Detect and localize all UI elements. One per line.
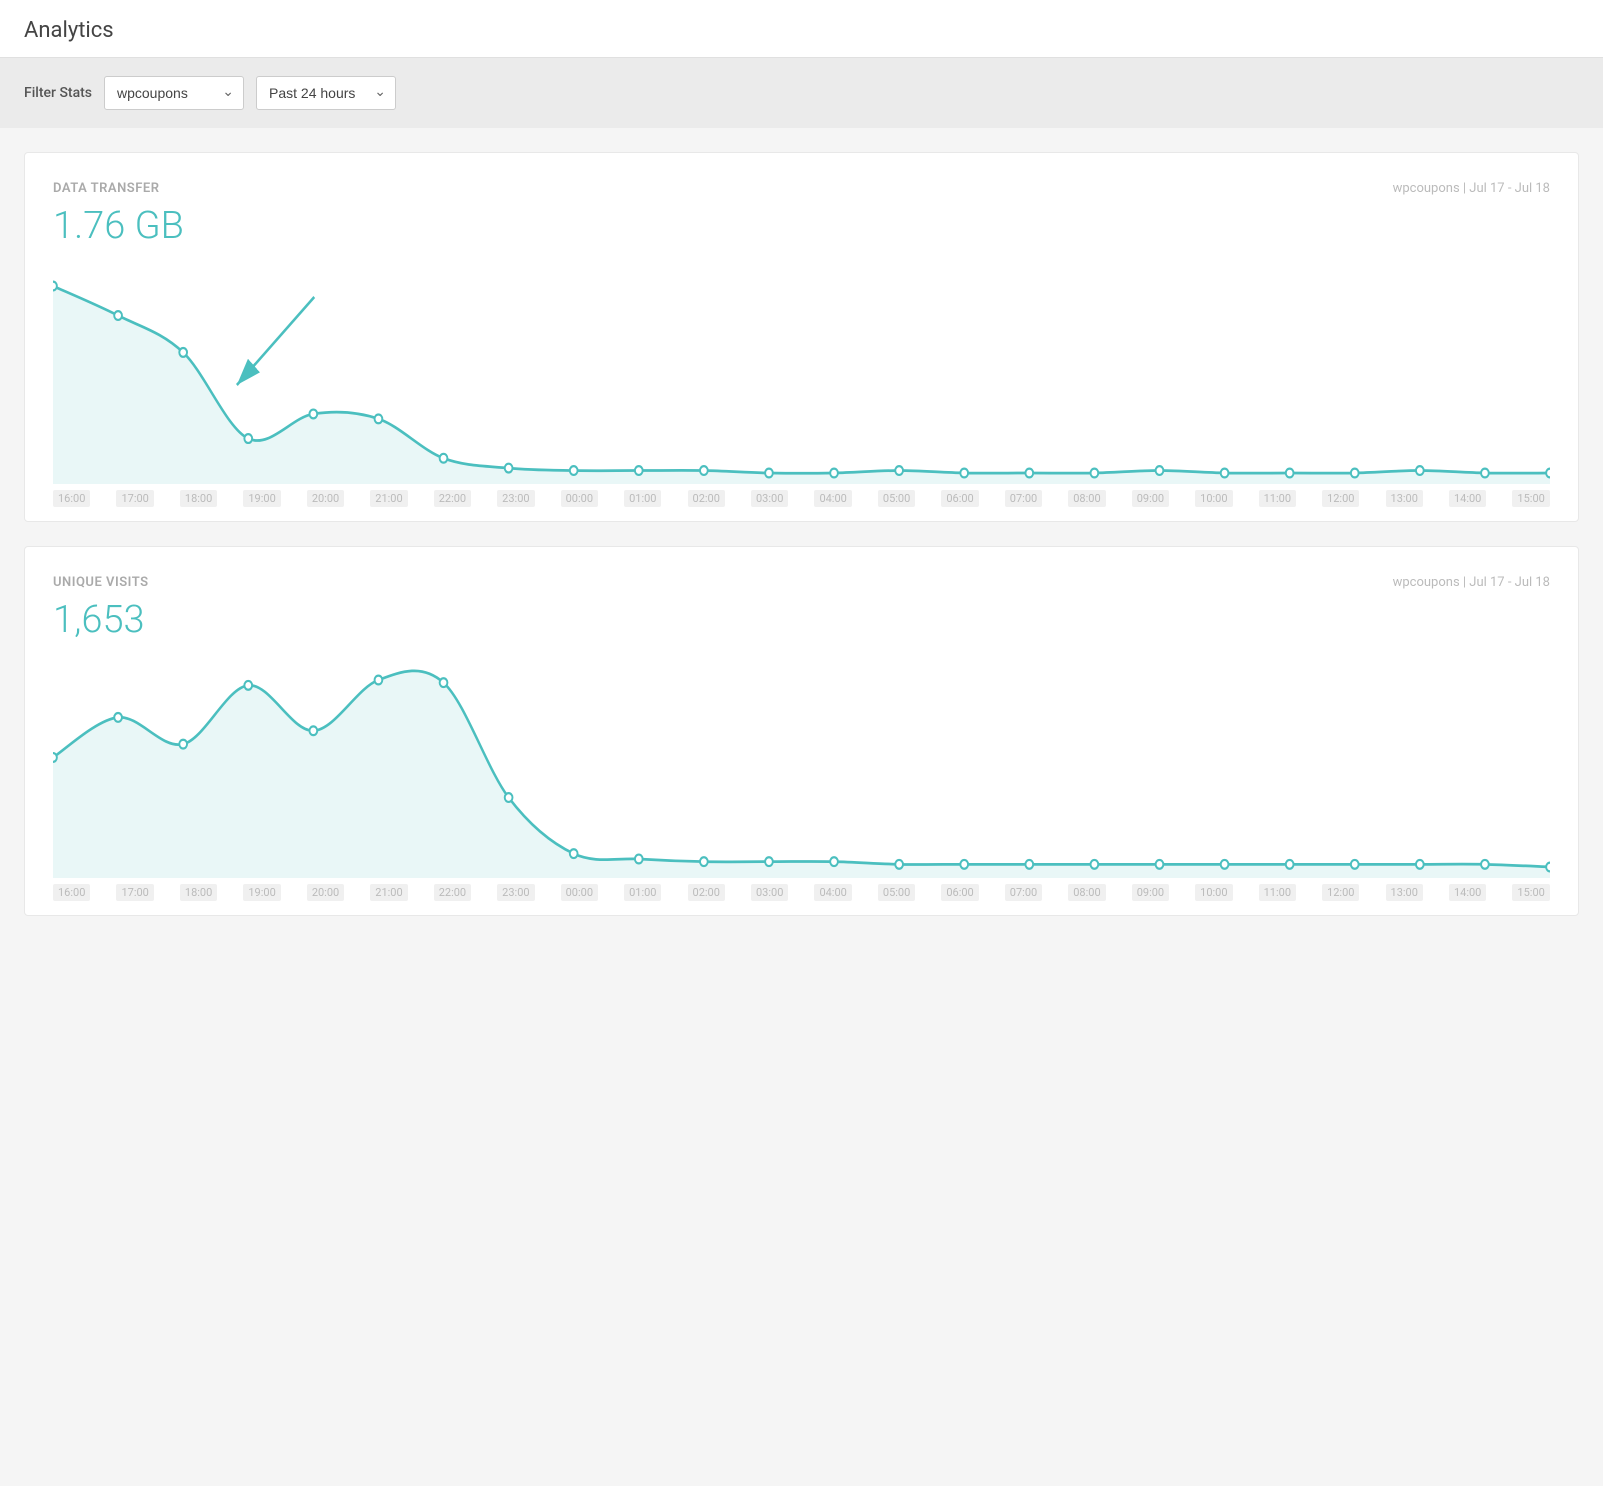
- time-label: 10:00: [1195, 490, 1232, 507]
- time-label: 14:00: [1449, 490, 1486, 507]
- chart-meta-unique-visits: wpcoupons | Jul 17 - Jul 18: [1393, 575, 1550, 590]
- time-label: 03:00: [751, 490, 788, 507]
- time-label: 01:00: [624, 490, 661, 507]
- filter-bar: Filter Stats wpcoupons Past 24 hours Pas…: [0, 58, 1603, 128]
- page-header: Analytics: [0, 0, 1603, 58]
- time-label: 13:00: [1386, 884, 1423, 901]
- time-label: 09:00: [1132, 490, 1169, 507]
- time-label: 21:00: [370, 884, 407, 901]
- time-label: 03:00: [751, 884, 788, 901]
- time-label: 08:00: [1068, 884, 1105, 901]
- time-label: 11:00: [1259, 884, 1296, 901]
- chart-svg-data-transfer: [53, 264, 1550, 484]
- time-label: 22:00: [434, 884, 471, 901]
- time-label: 15:00: [1512, 884, 1549, 901]
- time-select-wrapper[interactable]: Past 24 hours Past 7 days Past 30 days: [256, 76, 396, 110]
- time-label: 05:00: [878, 490, 915, 507]
- site-select[interactable]: wpcoupons: [104, 76, 244, 110]
- time-label: 19:00: [243, 490, 280, 507]
- site-select-wrapper[interactable]: wpcoupons: [104, 76, 244, 110]
- chart-meta-data-transfer: wpcoupons | Jul 17 - Jul 18: [1393, 181, 1550, 196]
- time-label: 00:00: [561, 490, 598, 507]
- time-label: 10:00: [1195, 884, 1232, 901]
- time-label: 19:00: [243, 884, 280, 901]
- time-label: 23:00: [497, 884, 534, 901]
- time-label: 23:00: [497, 490, 534, 507]
- chart-card-data-transfer: DATA TRANSFER wpcoupons | Jul 17 - Jul 18…: [24, 152, 1579, 522]
- chart-area-unique-visits: [53, 658, 1550, 878]
- chart-value-data-transfer: 1.76 GB: [53, 204, 1550, 248]
- time-axis-unique-visits: 16:00 17:00 18:00 19:00 20:00 21:00 22:00 23:00…: [53, 878, 1550, 915]
- time-label: 15:00: [1512, 490, 1549, 507]
- time-label: 02:00: [688, 490, 725, 507]
- time-label: 20:00: [307, 884, 344, 901]
- time-label: 13:00: [1386, 490, 1423, 507]
- time-label: 14:00: [1449, 884, 1486, 901]
- time-label: 12:00: [1322, 490, 1359, 507]
- time-label: 18:00: [180, 490, 217, 507]
- time-label: 07:00: [1005, 490, 1042, 507]
- time-label: 12:00: [1322, 884, 1359, 901]
- time-label: 02:00: [688, 884, 725, 901]
- time-label: 17:00: [116, 884, 153, 901]
- charts-container: DATA TRANSFER wpcoupons | Jul 17 - Jul 18…: [0, 128, 1603, 940]
- chart-value-unique-visits: 1,653: [53, 598, 1550, 642]
- chart-section-title-unique-visits: UNIQUE VISITS: [53, 575, 149, 590]
- time-label: 07:00: [1005, 884, 1042, 901]
- time-axis-data-transfer: 16:00 17:00 18:00 19:00 20:00 21:00 22:00 23:00…: [53, 484, 1550, 521]
- time-label: 01:00: [624, 884, 661, 901]
- time-label: 09:00: [1132, 884, 1169, 901]
- page-title: Analytics: [24, 18, 1579, 43]
- time-label: 16:00: [53, 490, 90, 507]
- time-label: 04:00: [814, 490, 851, 507]
- time-label: 06:00: [941, 490, 978, 507]
- time-label: 22:00: [434, 490, 471, 507]
- chart-header-unique-visits: UNIQUE VISITS wpcoupons | Jul 17 - Jul 18: [53, 575, 1550, 590]
- time-label: 20:00: [307, 490, 344, 507]
- chart-section-title-data-transfer: DATA TRANSFER: [53, 181, 159, 196]
- filter-label: Filter Stats: [24, 85, 92, 101]
- chart-svg-unique-visits: [53, 658, 1550, 878]
- time-select[interactable]: Past 24 hours Past 7 days Past 30 days: [256, 76, 396, 110]
- time-label: 18:00: [180, 884, 217, 901]
- time-label: 04:00: [814, 884, 851, 901]
- chart-header-data-transfer: DATA TRANSFER wpcoupons | Jul 17 - Jul 18: [53, 181, 1550, 196]
- time-label: 08:00: [1068, 490, 1105, 507]
- time-label: 21:00: [370, 490, 407, 507]
- chart-area-data-transfer: [53, 264, 1550, 484]
- time-label: 16:00: [53, 884, 90, 901]
- time-label: 05:00: [878, 884, 915, 901]
- time-label: 17:00: [116, 490, 153, 507]
- chart-card-unique-visits: UNIQUE VISITS wpcoupons | Jul 17 - Jul 18…: [24, 546, 1579, 916]
- time-label: 00:00: [561, 884, 598, 901]
- time-label: 11:00: [1259, 490, 1296, 507]
- time-label: 06:00: [941, 884, 978, 901]
